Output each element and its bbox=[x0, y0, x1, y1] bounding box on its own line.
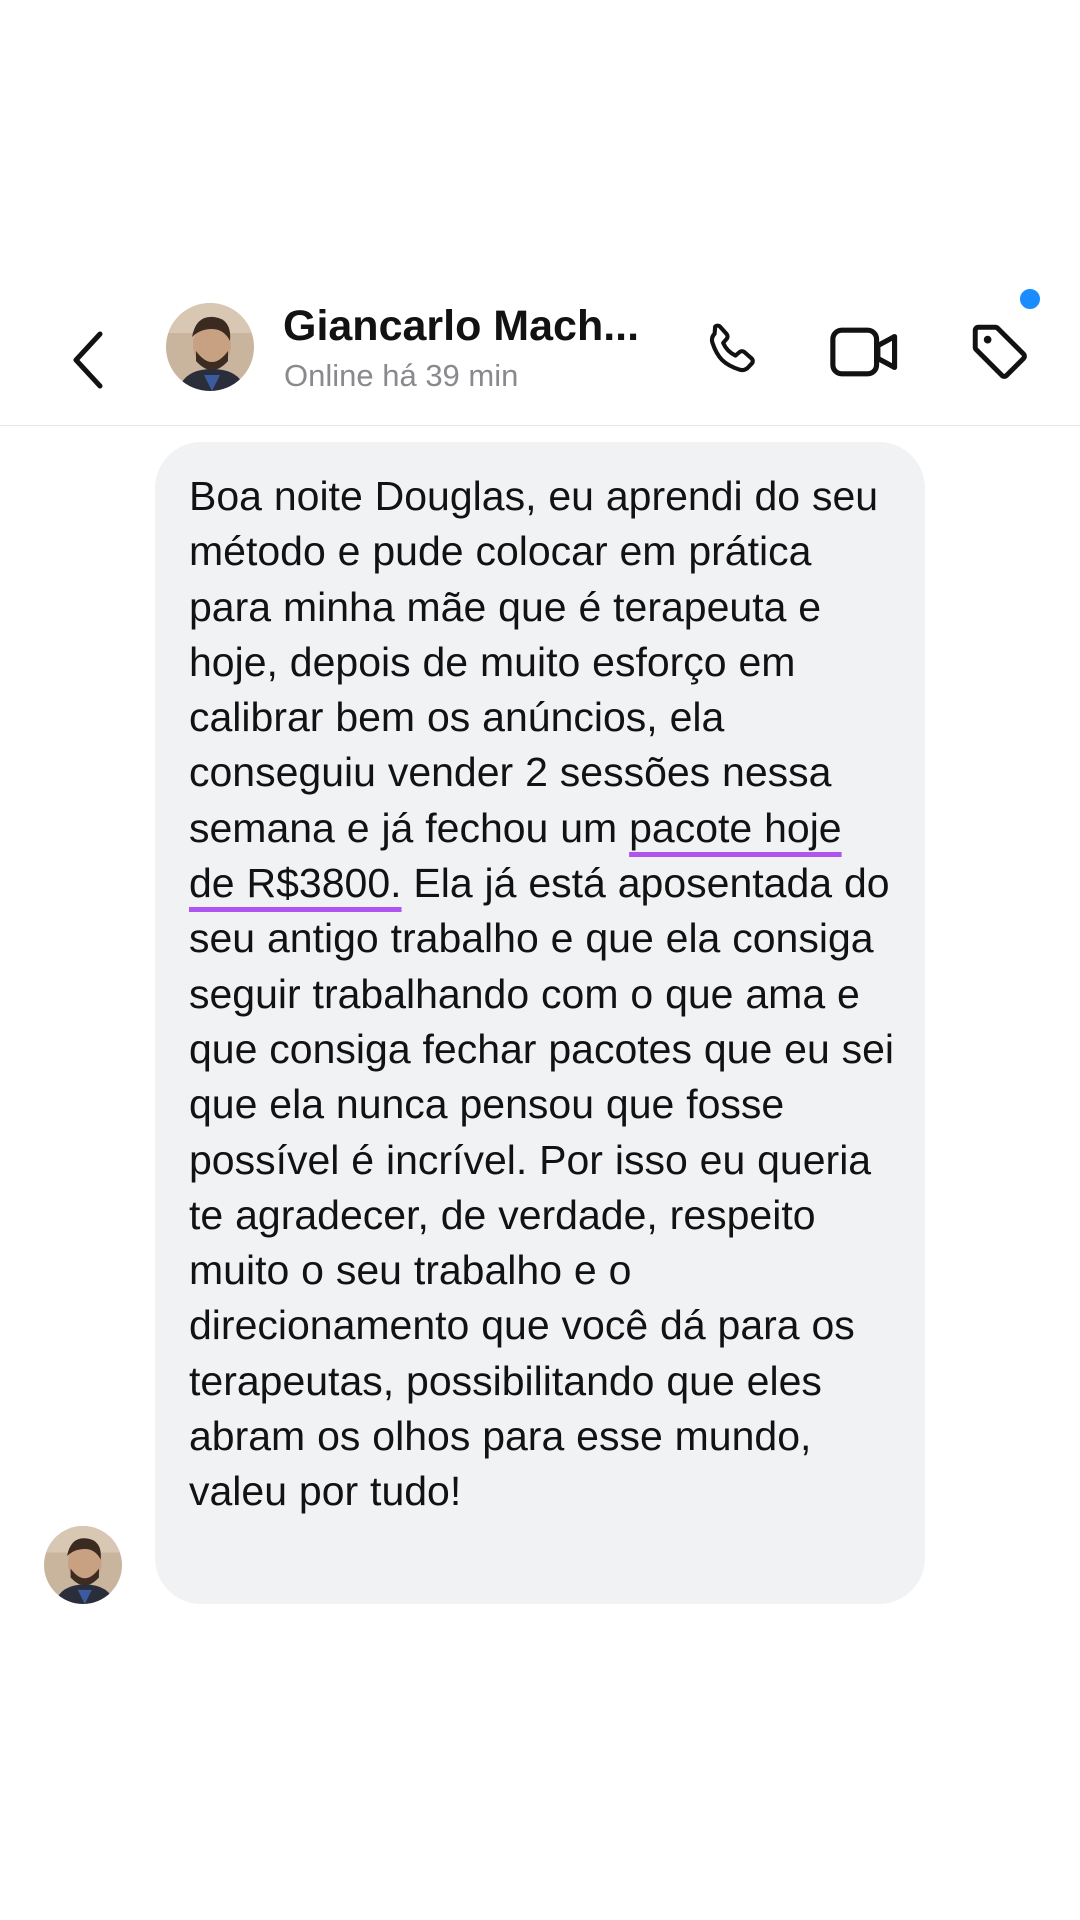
message-bubble[interactable]: Boa noite Douglas, eu aprendi do seu mét… bbox=[155, 442, 925, 1604]
sender-avatar[interactable] bbox=[44, 1526, 122, 1604]
message-text-start: Boa noite Douglas, eu aprendi do seu mét… bbox=[189, 473, 879, 851]
chevron-left-icon bbox=[73, 331, 103, 389]
chat-screen: Giancarlo Mach... Online há 39 min Boa n… bbox=[0, 0, 1080, 1920]
message-text-end: Ela já está aposentada do seu antigo tra… bbox=[189, 860, 895, 1515]
phone-icon bbox=[709, 323, 755, 373]
call-button[interactable] bbox=[690, 312, 770, 392]
contact-name[interactable]: Giancarlo Mach... bbox=[283, 302, 663, 351]
avatar-photo bbox=[166, 303, 254, 391]
avatar-photo bbox=[44, 1526, 122, 1604]
tag-icon bbox=[972, 324, 1027, 379]
notification-dot bbox=[1018, 287, 1042, 311]
chat-header: Giancarlo Mach... Online há 39 min bbox=[0, 287, 1080, 426]
back-button[interactable] bbox=[58, 320, 118, 400]
contact-avatar[interactable] bbox=[166, 303, 254, 391]
message-text: Boa noite Douglas, eu aprendi do seu mét… bbox=[189, 469, 895, 1520]
video-call-button[interactable] bbox=[825, 312, 905, 392]
tag-button[interactable] bbox=[960, 312, 1040, 392]
video-camera-icon bbox=[830, 327, 898, 377]
contact-status: Online há 39 min bbox=[284, 358, 519, 393]
